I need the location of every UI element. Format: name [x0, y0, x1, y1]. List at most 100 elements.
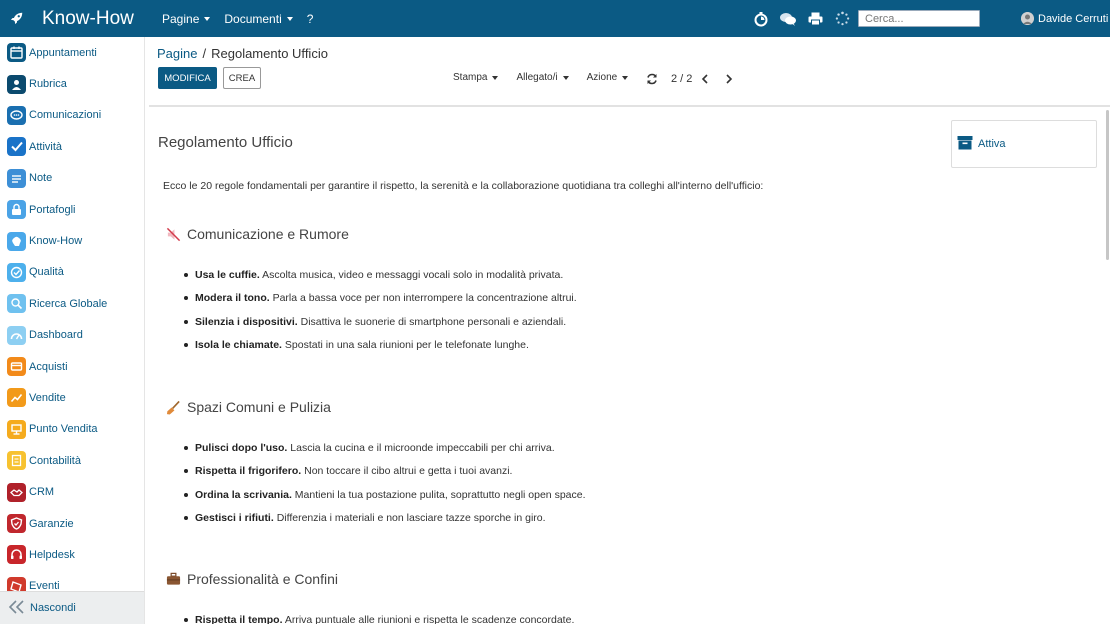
rule-text: Non toccare il cibo altrui e getta i tuo… [301, 465, 513, 478]
list-item: Pulisci dopo l'uso. Lascia la cucina e i… [184, 441, 925, 464]
rule-text: Parla a bassa voce per non interrompere … [269, 292, 577, 305]
collapse-sidebar-button[interactable]: Nascondi [0, 591, 144, 624]
calendar-icon [7, 43, 26, 63]
print-dropdown-label: Stampa [453, 72, 488, 83]
speech-bubble-icon [7, 105, 26, 125]
main-area: Pagine / Regolamento Ufficio MODIFICA CR… [149, 37, 1110, 624]
sidebar-item-crm[interactable]: CRM [0, 476, 144, 507]
sidebar-item-note[interactable]: Note [0, 163, 144, 194]
section-spazi-comuni: Spazi Comuni e Pulizia Pulisci dopo l'us… [165, 397, 925, 534]
pager-value: 2 / 2 [671, 73, 693, 85]
refresh-icon[interactable] [645, 72, 659, 86]
edit-button[interactable]: MODIFICA [158, 67, 217, 89]
chevron-right-icon[interactable] [722, 72, 736, 86]
list-item: Silenzia i dispositivi. Disattiva le suo… [184, 315, 925, 338]
rule-text: Mantieni la tua postazione pulita, sopra… [291, 488, 586, 501]
search-input[interactable] [858, 10, 980, 27]
checkbox-icon [7, 137, 26, 157]
top-menu: Pagine Documenti ? [162, 0, 327, 37]
broom-icon [165, 399, 181, 415]
section-comunicazione: Comunicazione e Rumore Usa le cuffie. As… [165, 224, 925, 361]
rocket-icon [10, 11, 26, 27]
rule-text: Differenzia i materiali e non lasciare t… [273, 511, 546, 524]
page-scrollbar[interactable] [1106, 110, 1109, 260]
rule-text: Spostati in una sala riunioni per le tel… [281, 338, 529, 351]
section-heading: Spazi Comuni e Pulizia [165, 397, 925, 417]
sidebar-item-know-how[interactable]: Know-How [0, 225, 144, 256]
breadcrumb: Pagine / Regolamento Ufficio [157, 46, 328, 61]
app-title: Know-How [42, 7, 134, 29]
header-icons [752, 0, 860, 37]
sidebar-item-qualità[interactable]: Qualità [0, 257, 144, 288]
note-icon [7, 168, 26, 188]
user-name: Davide Cerruti [1038, 12, 1109, 25]
attachments-dropdown-label: Allegato/i [516, 72, 558, 83]
chevron-down-icon [492, 75, 499, 80]
sidebar-item-acquisti[interactable]: Acquisti [0, 351, 144, 382]
rule-title: Isola le chiamate. [195, 338, 282, 351]
section-heading-text: Professionalità e Confini [187, 571, 338, 587]
sidebar-item-comunicazioni[interactable]: Comunicazioni [0, 100, 144, 131]
chevron-left-icon[interactable] [698, 72, 712, 86]
chevron-down-icon [204, 16, 211, 21]
sidebar-item-rubrica[interactable]: Rubrica [0, 68, 144, 99]
sidebar-item-label: Garanzie [29, 517, 74, 530]
page-title: Regolamento Ufficio [211, 46, 328, 61]
contacts-icon [7, 74, 26, 94]
action-menus: Stampa Allegato/i Azione [453, 72, 646, 83]
sidebar-item-portafogli[interactable]: Portafogli [0, 194, 144, 225]
list-item: Rispetta il tempo. Arriva puntuale alle … [184, 613, 925, 624]
sidebar-item-punto-vendita[interactable]: Punto Vendita [0, 414, 144, 445]
brand[interactable]: Know-How [10, 0, 134, 37]
user-menu[interactable]: Davide Cerruti [1021, 0, 1108, 37]
pos-icon [7, 419, 26, 439]
sidebar-item-attività[interactable]: Attività [0, 131, 144, 162]
sidebar-item-dashboard[interactable]: Dashboard [0, 320, 144, 351]
list-item: Gestisci i rifiuti. Differenzia i materi… [184, 511, 925, 534]
sidebar-item-contabilità[interactable]: Contabilità [0, 445, 144, 476]
sidebar-item-garanzie[interactable]: Garanzie [0, 508, 144, 539]
rule-title: Rispetta il frigorifero. [195, 465, 302, 478]
sidebar-item-appuntamenti[interactable]: Appuntamenti [0, 37, 144, 68]
print-dropdown[interactable]: Stampa [453, 72, 499, 83]
double-chevron-left-icon [8, 599, 26, 617]
sidebar-item-label: Know-How [29, 235, 83, 248]
spinner-icon [833, 10, 851, 28]
create-button[interactable]: CREA [223, 67, 261, 89]
rule-title: Pulisci dopo l'uso. [195, 442, 288, 454]
menu-documenti-label: Documenti [224, 11, 282, 26]
rule-text: Disattiva le suonerie di smartphone pers… [297, 315, 567, 328]
sidebar-item-label: Rubrica [29, 78, 67, 91]
rule-list: Pulisci dopo l'uso. Lascia la cucina e i… [165, 441, 925, 534]
sidebar-item-label: Acquisti [29, 360, 68, 373]
sidebar-item-ricerca-globale[interactable]: Ricerca Globale [0, 288, 144, 319]
rule-title: Modera il tono. [195, 292, 270, 305]
section-heading-text: Comunicazione e Rumore [187, 226, 349, 242]
sidebar-item-label: CRM [29, 486, 55, 499]
sidebar-item-label: Punto Vendita [29, 423, 98, 436]
breadcrumb-link-pagine[interactable]: Pagine [157, 46, 197, 61]
print-icon[interactable] [806, 10, 824, 28]
attachments-dropdown[interactable]: Allegato/i [516, 72, 569, 83]
rule-title: Rispetta il tempo. [195, 614, 283, 624]
archive-box-icon [957, 135, 973, 153]
timer-icon[interactable] [752, 10, 770, 28]
section-heading-text: Spazi Comuni e Pulizia [187, 399, 331, 415]
collapse-label: Nascondi [30, 602, 76, 614]
menu-documenti[interactable]: Documenti [224, 11, 293, 26]
chat-icon[interactable] [779, 10, 797, 28]
sidebar-item-label: Qualità [29, 266, 64, 279]
chevron-down-icon [622, 75, 629, 80]
action-dropdown[interactable]: Azione [587, 72, 629, 83]
cart-icon [7, 357, 26, 377]
document-title: Regolamento Ufficio [158, 134, 293, 151]
sidebar-item-helpdesk[interactable]: Helpdesk [0, 539, 144, 570]
sidebar-item-label: Vendite [29, 391, 66, 404]
sidebar-item-vendite[interactable]: Vendite [0, 382, 144, 413]
status-badge: Attiva [951, 120, 1097, 168]
section-heading: Professionalità e Confini [165, 569, 925, 589]
sidebar-item-label: Note [29, 172, 53, 185]
action-dropdown-label: Azione [586, 72, 618, 83]
menu-help[interactable]: ? [307, 12, 314, 26]
menu-pagine[interactable]: Pagine [162, 12, 211, 26]
